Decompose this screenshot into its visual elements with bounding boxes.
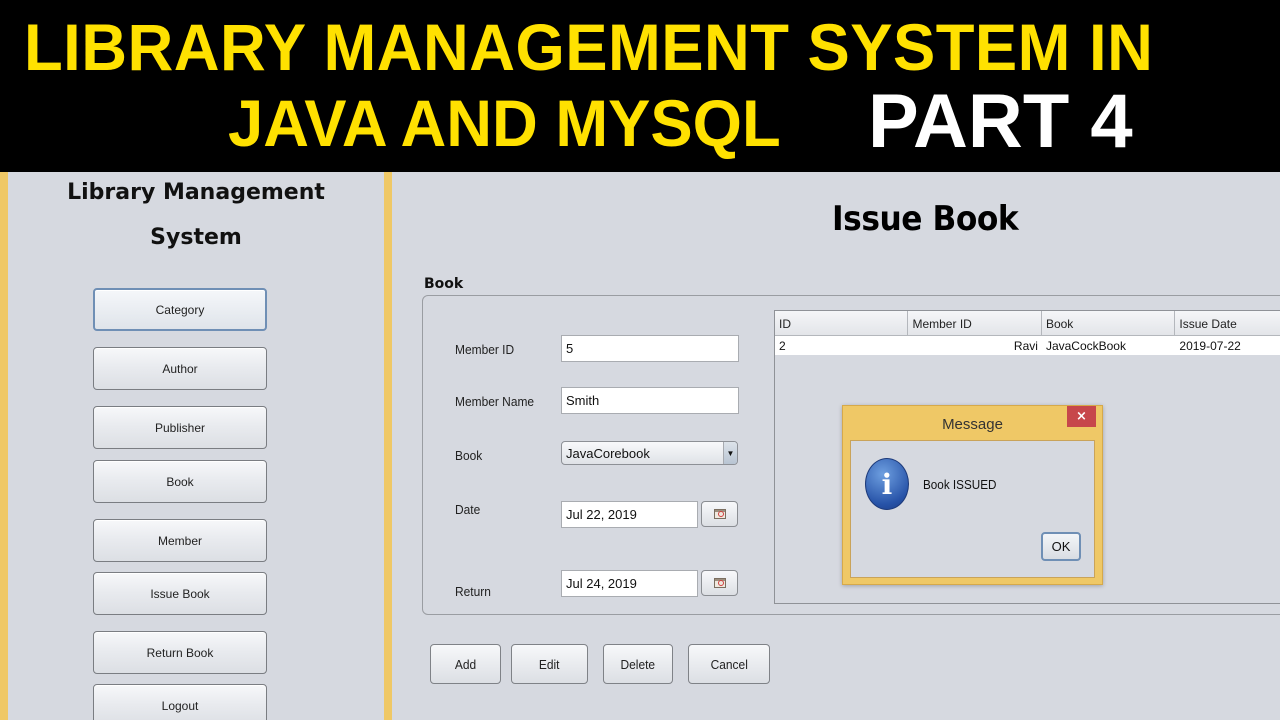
sidebar-item-return-book[interactable]: Return Book — [93, 631, 267, 674]
edit-button[interactable]: Edit — [511, 644, 588, 684]
video-title-banner: LIBRARY MANAGEMENT SYSTEM IN JAVA AND MY… — [0, 0, 1280, 172]
edit-button-label: Edit — [539, 656, 560, 672]
member-name-label: Member Name — [455, 394, 535, 409]
chevron-down-icon[interactable]: ▼ — [723, 442, 737, 464]
sidebar: Library Management System Category Autho… — [0, 172, 392, 720]
return-date-picker-button[interactable] — [701, 570, 738, 596]
banner-title-line1: LIBRARY MANAGEMENT SYSTEM IN — [24, 10, 1154, 84]
cell-book: JavaCockBook — [1045, 338, 1126, 353]
issue-date-field[interactable]: Jul 22, 2019 — [561, 501, 698, 528]
banner-part-label: PART 4 — [868, 79, 1133, 164]
table-header: ID Member ID Book Issue Date — [775, 311, 1280, 336]
book-group-label: Book — [424, 276, 464, 292]
sidebar-item-issue-book[interactable]: Issue Book — [93, 572, 267, 615]
date-label: Date — [455, 502, 481, 517]
dialog-title: Message — [942, 415, 1003, 433]
info-icon: i — [865, 458, 909, 510]
sidebar-item-book[interactable]: Book — [93, 460, 267, 503]
column-header-book[interactable]: Book — [1042, 311, 1176, 336]
delete-button-label: Delete — [620, 656, 656, 672]
cancel-button-label: Cancel — [710, 656, 748, 672]
ok-button[interactable]: OK — [1041, 532, 1081, 561]
column-header-member-id[interactable]: Member ID — [908, 311, 1042, 336]
dialog-body: i Book ISSUED OK — [850, 440, 1095, 578]
book-select[interactable]: JavaCorebook ▼ — [561, 441, 738, 465]
dialog-message: Book ISSUED — [923, 477, 997, 492]
return-date-field[interactable]: Jul 24, 2019 — [561, 570, 698, 597]
sidebar-item-category[interactable]: Category — [93, 288, 267, 331]
sidebar-item-publisher[interactable]: Publisher — [93, 406, 267, 449]
sidebar-title-line1: Library Management — [67, 180, 325, 205]
column-header-issue-date[interactable]: Issue Date — [1175, 311, 1280, 336]
book-label: Book — [455, 448, 483, 463]
cell-member-id: Ravi — [1013, 338, 1038, 353]
cell-id: 2 — [779, 338, 786, 353]
calendar-icon — [713, 509, 726, 519]
message-dialog: Message × i Book ISSUED OK — [842, 405, 1103, 585]
sidebar-title-line2: System — [150, 225, 242, 250]
issue-date-picker-button[interactable] — [701, 501, 738, 527]
close-icon[interactable]: × — [1067, 406, 1096, 427]
sidebar-item-logout[interactable]: Logout — [93, 684, 267, 720]
column-header-id[interactable]: ID — [775, 311, 909, 336]
member-name-field[interactable]: Smith — [561, 387, 739, 414]
calendar-icon — [713, 578, 726, 588]
cancel-button[interactable]: Cancel — [688, 644, 770, 684]
add-button-label: Add — [454, 656, 477, 672]
delete-button[interactable]: Delete — [603, 644, 673, 684]
sidebar-item-author[interactable]: Author — [93, 347, 267, 390]
cell-issue-date: 2019-07-22 — [1179, 338, 1241, 353]
sidebar-item-member[interactable]: Member — [93, 519, 267, 562]
book-select-value: JavaCorebook — [566, 445, 650, 461]
page-title: Issue Book — [832, 199, 1019, 239]
member-id-field[interactable]: 5 — [561, 335, 739, 362]
table-row[interactable]: 2 Ravi JavaCockBook 2019-07-22 — [775, 336, 1280, 355]
banner-title-line2: JAVA AND MYSQL — [228, 86, 781, 160]
issue-book-panel: Issue Book Book Member ID 5 Member Name … — [392, 172, 1280, 720]
member-id-label: Member ID — [455, 342, 515, 357]
add-button[interactable]: Add — [430, 644, 501, 684]
return-label: Return — [455, 584, 491, 599]
